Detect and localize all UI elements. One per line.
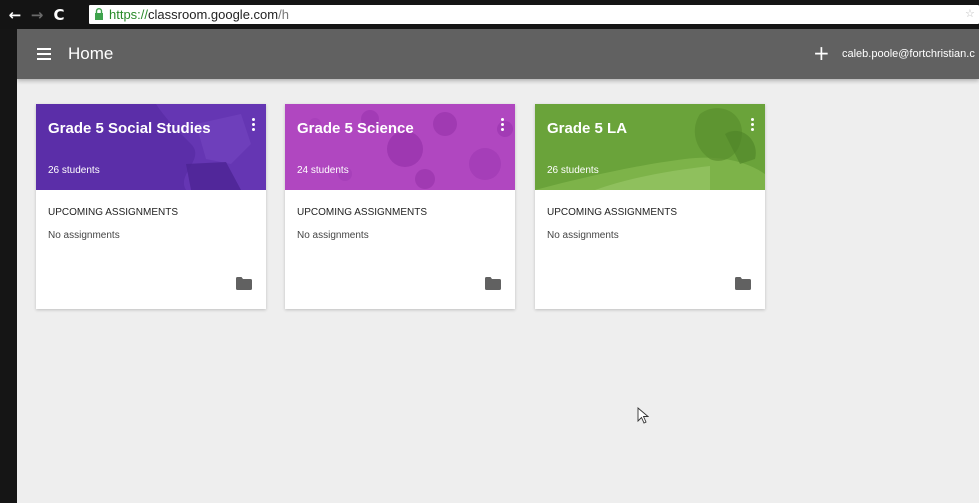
bookmark-star-icon[interactable]: ☆ [965, 8, 975, 20]
forward-arrow-icon[interactable]: → [28, 6, 46, 24]
window-edge [0, 29, 17, 503]
class-name[interactable]: Grade 5 LA [547, 120, 627, 137]
browser-toolbar: ← → C https://classroom.google.com/h ☆ [0, 0, 979, 29]
assignments-status: No assignments [48, 230, 120, 241]
class-card-header[interactable]: Grade 5 LA 26 students [535, 104, 765, 190]
url-path: /h [278, 7, 289, 22]
upcoming-assignments-label: UPCOMING ASSIGNMENTS [48, 207, 179, 218]
student-count: 26 students [48, 165, 100, 176]
classroom-app: Home + caleb.poole@fortchristian.c Grade… [17, 29, 979, 503]
upcoming-assignments-label: UPCOMING ASSIGNMENTS [297, 207, 428, 218]
page-title: Home [68, 44, 114, 63]
address-bar[interactable]: https://classroom.google.com/h ☆ [89, 5, 979, 24]
folder-icon[interactable] [485, 277, 501, 290]
class-card-header[interactable]: Grade 5 Science 24 students [285, 104, 515, 190]
class-card-header[interactable]: Grade 5 Social Studies 26 students [36, 104, 266, 190]
class-card-science[interactable]: Grade 5 Science 24 students UPCOMING ASS… [285, 104, 515, 309]
mouse-cursor-icon [637, 407, 649, 424]
class-banner-image [285, 104, 515, 190]
reload-icon[interactable]: C [50, 6, 68, 24]
url-text: https://classroom.google.com/h [109, 7, 289, 22]
class-card-social-studies[interactable]: Grade 5 Social Studies 26 students UPCOM… [36, 104, 266, 309]
upcoming-assignments-label: UPCOMING ASSIGNMENTS [547, 207, 678, 218]
folder-icon[interactable] [236, 277, 252, 290]
app-header: Home + caleb.poole@fortchristian.c [17, 29, 979, 79]
student-count: 26 students [547, 165, 599, 176]
url-scheme: https:// [109, 7, 149, 22]
class-banner-image [36, 104, 266, 190]
url-host: classroom.google.com [148, 7, 279, 22]
assignments-status: No assignments [297, 230, 369, 241]
user-account[interactable]: caleb.poole@fortchristian.c [842, 48, 975, 60]
folder-icon[interactable] [735, 277, 751, 290]
more-vert-icon[interactable] [749, 118, 755, 134]
class-card-la[interactable]: Grade 5 LA 26 students UPCOMING ASSIGNME… [535, 104, 765, 309]
plus-icon[interactable]: + [813, 43, 830, 63]
class-banner-image [535, 104, 765, 190]
assignments-status: No assignments [547, 230, 619, 241]
more-vert-icon[interactable] [250, 118, 256, 134]
class-name[interactable]: Grade 5 Social Studies [48, 120, 211, 137]
lock-icon [95, 8, 103, 20]
class-name[interactable]: Grade 5 Science [297, 120, 414, 137]
back-arrow-icon[interactable]: ← [6, 6, 24, 24]
more-vert-icon[interactable] [499, 118, 505, 134]
hamburger-menu-icon[interactable] [37, 48, 51, 60]
student-count: 24 students [297, 165, 349, 176]
